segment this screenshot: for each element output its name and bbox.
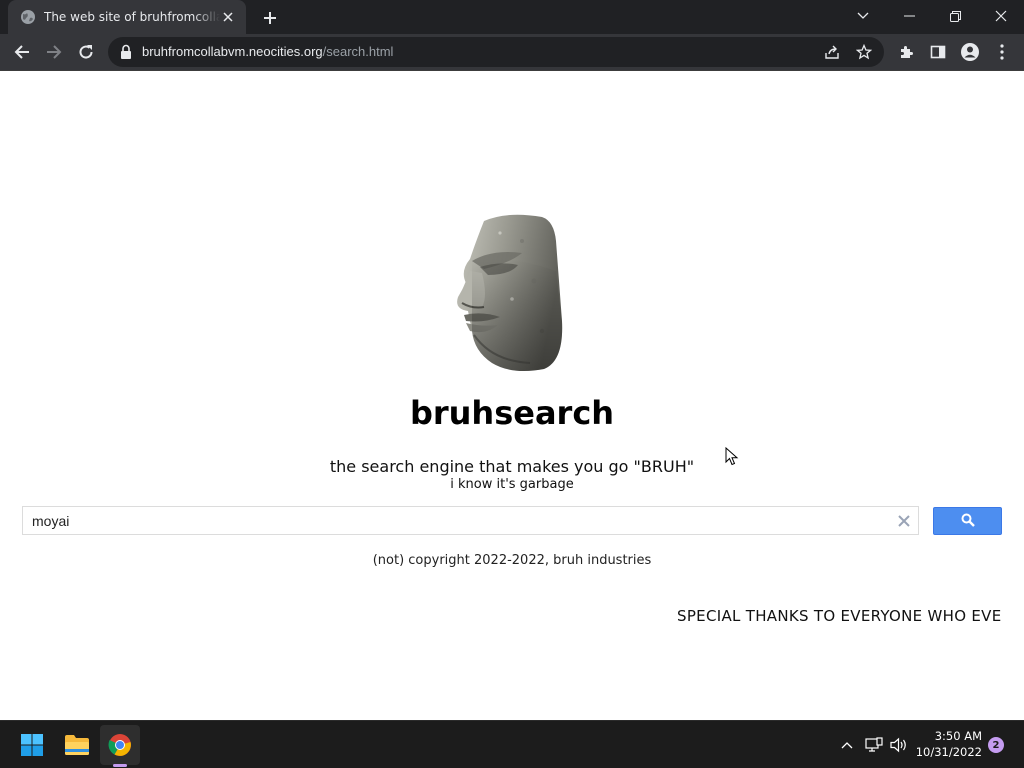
- browser-titlebar: The web site of bruhfromcollabvm: [0, 0, 1024, 34]
- bookmark-star-icon[interactable]: [854, 42, 874, 62]
- share-icon[interactable]: [822, 42, 842, 62]
- profile-avatar-icon[interactable]: [956, 38, 984, 66]
- back-button[interactable]: [8, 38, 36, 66]
- site-subtagline: i know it's garbage: [450, 477, 574, 492]
- tab-title: The web site of bruhfromcollabvm: [44, 10, 220, 24]
- notification-badge[interactable]: 2: [988, 737, 1004, 753]
- special-thanks-marquee: SPECIAL THANKS TO EVERYONE WHO EVE: [0, 607, 1016, 629]
- browser-tab[interactable]: The web site of bruhfromcollabvm: [8, 0, 246, 34]
- active-app-indicator: [113, 764, 127, 767]
- restore-button[interactable]: [932, 0, 978, 32]
- windows-taskbar: 3:50 AM 10/31/2022 2: [0, 720, 1024, 768]
- clock-date: 10/31/2022: [915, 745, 982, 759]
- address-bar[interactable]: bruhfromcollabvm.neocities.org/search.ht…: [108, 37, 884, 67]
- site-title: bruhsearch: [409, 394, 615, 432]
- moai-logo: [452, 211, 570, 373]
- copyright-footer: (not) copyright 2022-2022, bruh industri…: [372, 553, 652, 568]
- side-panel-icon[interactable]: [924, 38, 952, 66]
- close-window-button[interactable]: [978, 0, 1024, 32]
- site-tagline: the search engine that makes you go "BRU…: [329, 457, 695, 476]
- web-page: bruhsearch the search engine that makes …: [0, 71, 1024, 720]
- reload-button[interactable]: [72, 38, 100, 66]
- minimize-button[interactable]: [886, 0, 932, 32]
- mouse-pointer-icon: [725, 446, 739, 467]
- search-button[interactable]: [933, 507, 1002, 535]
- start-icon[interactable]: [12, 725, 52, 765]
- tab-close-icon[interactable]: [220, 9, 236, 25]
- chrome-icon[interactable]: [100, 725, 140, 765]
- url-text: bruhfromcollabvm.neocities.org/search.ht…: [142, 44, 394, 59]
- search-icon: [961, 512, 975, 531]
- lock-icon[interactable]: [120, 44, 134, 60]
- system-clock[interactable]: 3:50 AM 10/31/2022: [912, 728, 982, 760]
- clear-search-icon[interactable]: [896, 513, 912, 529]
- search-box[interactable]: [22, 506, 919, 535]
- globe-icon: [20, 9, 36, 25]
- new-tab-button[interactable]: [258, 6, 282, 30]
- tab-search-chevron-icon[interactable]: [840, 0, 886, 32]
- forward-button[interactable]: [40, 38, 68, 66]
- browser-menu-icon[interactable]: [988, 38, 1016, 66]
- marquee-text: SPECIAL THANKS TO EVERYONE WHO EVE: [677, 607, 1002, 625]
- network-icon[interactable]: [863, 733, 885, 757]
- extensions-icon[interactable]: [892, 38, 920, 66]
- volume-icon[interactable]: [888, 733, 910, 757]
- file-explorer-icon[interactable]: [57, 725, 97, 765]
- search-input[interactable]: [32, 510, 882, 531]
- browser-toolbar: bruhfromcollabvm.neocities.org/search.ht…: [0, 34, 1024, 70]
- show-hidden-icons-chevron-icon[interactable]: [836, 733, 858, 757]
- clock-time: 3:50 AM: [934, 729, 982, 743]
